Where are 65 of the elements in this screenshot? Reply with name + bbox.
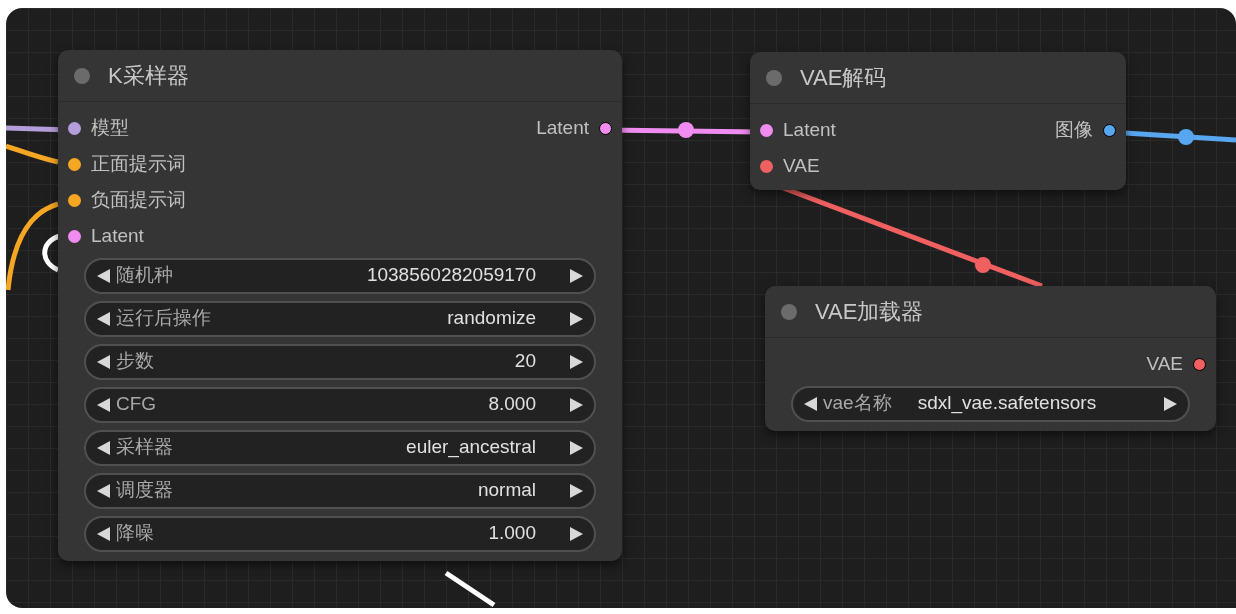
input-slot[interactable] — [68, 121, 81, 135]
right-arrow-icon[interactable] — [568, 525, 584, 542]
right-arrow-icon[interactable] — [568, 482, 584, 499]
right-arrow-icon[interactable] — [568, 267, 584, 284]
widget-field[interactable]: 调度器 normal — [84, 472, 596, 509]
widget-value: 1.000 — [488, 521, 536, 546]
input-label: Latent — [783, 117, 836, 142]
output-label: VAE — [1146, 351, 1183, 376]
node-title: K采样器 — [108, 62, 189, 90]
widget-value: euler_ancestral — [406, 435, 536, 460]
output-slot[interactable] — [1193, 357, 1206, 371]
left-arrow-icon[interactable] — [96, 439, 112, 456]
left-arrow-icon[interactable] — [96, 353, 112, 370]
right-arrow-icon[interactable] — [568, 310, 584, 327]
left-arrow-icon[interactable] — [96, 482, 112, 499]
widget-field[interactable]: 步数 20 — [84, 343, 596, 380]
widget-field[interactable]: CFG 8.000 — [84, 386, 596, 423]
input-label: Latent — [91, 223, 144, 248]
node-card[interactable]: K采样器 模型 Latent 正面提示词 负面提示词 Latent 随机种 1038560282059170 运行后操作 randomize 步数 20 CFG 8.000 采样器 euler_ancestral 调度器 normal 降噪 1.000 — [58, 50, 622, 561]
output-label: Latent — [536, 115, 589, 140]
input-label: VAE — [783, 153, 820, 178]
output-label: 图像 — [1055, 117, 1093, 142]
input-slot[interactable] — [68, 193, 81, 207]
output-slot[interactable] — [1103, 123, 1116, 137]
widget-value: 1038560282059170 — [366, 263, 536, 288]
graph-canvas[interactable]: K采样器 模型 Latent 正面提示词 负面提示词 Latent 随机种 1038560282059170 运行后操作 randomize 步数 20 CFG 8.000 采样器 euler_ancestral 调度器 normal 降噪 1.000 VAE解码 Latent 图像 VAE VAE加载器 VAE vae名称 sdxl_vae.safetensors — [6, 8, 1236, 608]
right-arrow-icon[interactable] — [568, 439, 584, 456]
widget-field[interactable]: 运行后操作 randomize — [84, 300, 596, 337]
left-arrow-icon[interactable] — [803, 395, 819, 412]
node-card[interactable]: VAE加载器 VAE vae名称 sdxl_vae.safetensors — [765, 286, 1216, 431]
widget-field[interactable]: 采样器 euler_ancestral — [84, 429, 596, 466]
input-slot[interactable] — [68, 157, 81, 171]
input-slot[interactable] — [760, 123, 773, 137]
widget-value: normal — [477, 478, 536, 503]
widget-value: 8.000 — [488, 392, 536, 417]
left-arrow-icon[interactable] — [96, 525, 112, 542]
left-arrow-icon[interactable] — [96, 267, 112, 284]
widget-field[interactable]: vae名称 sdxl_vae.safetensors — [791, 385, 1190, 422]
input-label: 正面提示词 — [91, 151, 186, 176]
widget-field[interactable]: 降噪 1.000 — [84, 515, 596, 552]
widget-label: 降噪 — [116, 521, 154, 546]
widget-label: 随机种 — [116, 263, 173, 288]
node-card[interactable]: VAE解码 Latent 图像 VAE — [750, 52, 1126, 190]
widget-label: 运行后操作 — [116, 306, 211, 331]
node-title: VAE加载器 — [815, 298, 924, 326]
output-slot[interactable] — [599, 121, 612, 135]
widget-label: CFG — [116, 392, 157, 417]
widget-value: sdxl_vae.safetensors — [917, 391, 1097, 416]
right-arrow-icon[interactable] — [568, 396, 584, 413]
left-arrow-icon[interactable] — [96, 310, 112, 327]
right-arrow-icon[interactable] — [1162, 395, 1178, 412]
widget-label: 调度器 — [116, 478, 173, 503]
widget-label: vae名称 — [823, 391, 892, 416]
widget-label: 步数 — [116, 349, 154, 374]
widget-value: randomize — [447, 306, 536, 331]
input-slot[interactable] — [68, 229, 81, 243]
widget-value: 20 — [514, 349, 536, 374]
input-label: 模型 — [91, 115, 129, 140]
node-title: VAE解码 — [800, 64, 887, 92]
input-label: 负面提示词 — [91, 187, 186, 212]
right-arrow-icon[interactable] — [568, 353, 584, 370]
widget-field[interactable]: 随机种 1038560282059170 — [84, 257, 596, 294]
left-arrow-icon[interactable] — [96, 396, 112, 413]
widget-label: 采样器 — [116, 435, 173, 460]
input-slot[interactable] — [760, 159, 773, 173]
